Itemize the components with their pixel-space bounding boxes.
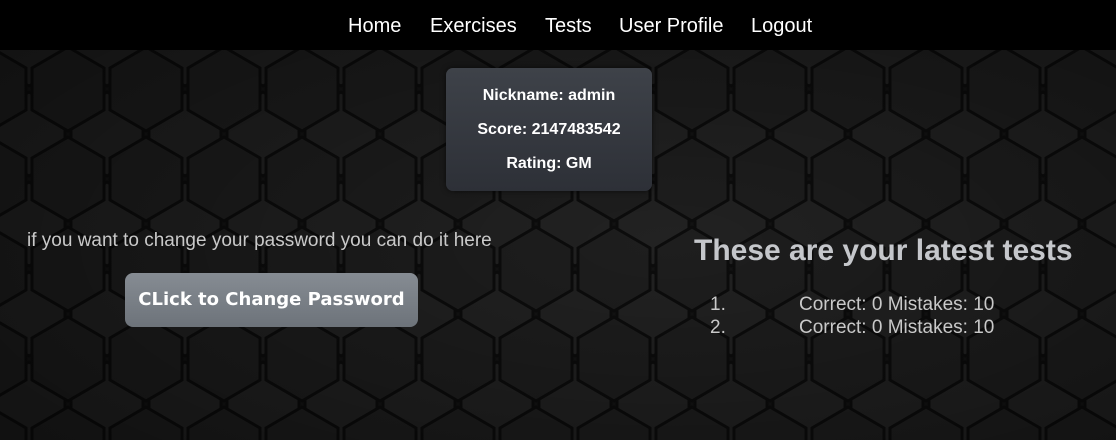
test-item-result: Correct: 0 Mistakes: 10 [799,294,995,315]
nav-user-profile-link[interactable]: User Profile [619,14,723,38]
nav-exercises-link[interactable]: Exercises [430,14,517,38]
latest-tests-list: 1. Correct: 0 Mistakes: 10 2. Correct: 0… [700,294,1040,340]
change-password-prompt: if you want to change your password you … [27,230,492,251]
latest-tests-heading: These are your latest tests [694,234,1073,267]
test-item-number: 2. [710,317,726,338]
top-navbar: Home Exercises Tests User Profile Logout [0,0,1116,50]
test-list-item: 2. Correct: 0 Mistakes: 10 [700,317,1040,340]
nickname-text: Nickname: admin [482,87,616,104]
hexagon-background [0,0,1116,440]
test-item-result: Correct: 0 Mistakes: 10 [799,317,995,338]
test-list-item: 1. Correct: 0 Mistakes: 10 [700,294,1040,317]
nav-logout-link[interactable]: Logout [751,14,812,38]
test-item-number: 1. [710,294,726,315]
nav-home-link[interactable]: Home [348,14,401,38]
profile-card: Nickname: admin Score: 2147483542 Rating… [446,68,652,191]
nav-tests-link[interactable]: Tests [545,14,592,38]
score-text: Score: 2147483542 [477,121,621,138]
rating-text: Rating: GM [506,155,592,172]
change-password-button[interactable]: CLick to Change Password [125,273,418,327]
